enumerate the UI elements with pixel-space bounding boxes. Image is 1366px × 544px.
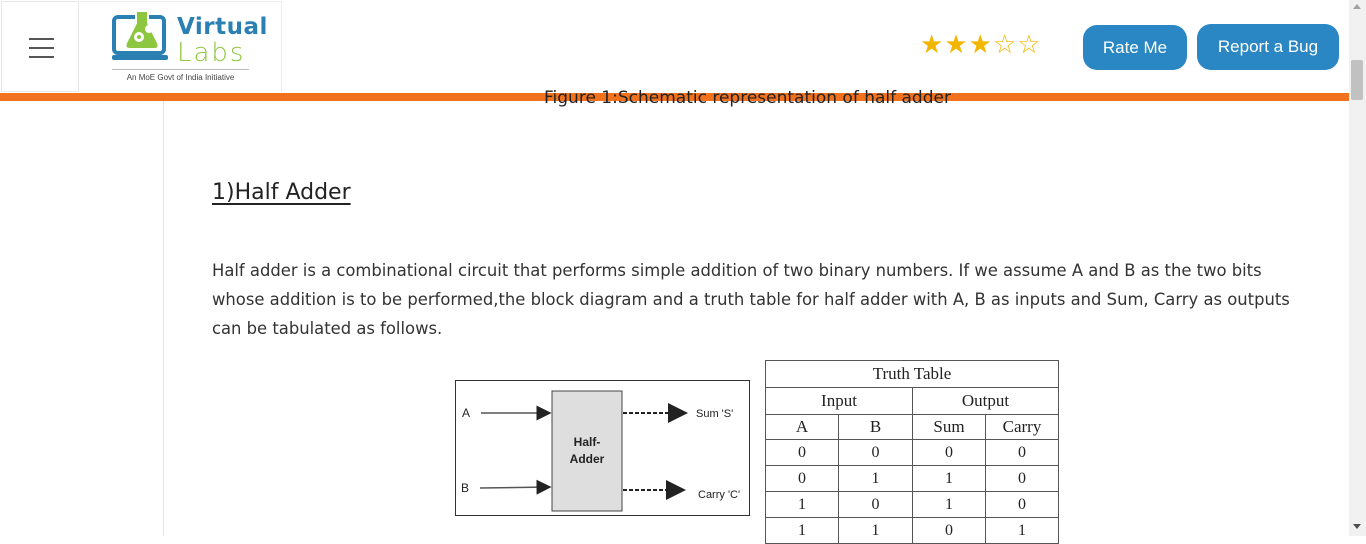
vertical-scrollbar[interactable] <box>1349 0 1366 536</box>
block-label-line2: Adder <box>570 452 605 466</box>
table-row: 0 0 0 0 <box>765 439 1059 466</box>
output-carry-label: Carry 'C' <box>698 489 740 501</box>
table-row: 0 1 1 0 <box>765 465 1059 492</box>
menu-button[interactable] <box>1 1 79 92</box>
logo-word-virtual: Virtual <box>177 14 268 40</box>
table-cell: 1 <box>838 465 913 492</box>
scroll-down-arrow-icon[interactable] <box>1353 524 1361 529</box>
column-header-carry: Carry <box>985 414 1059 440</box>
table-cell: 1 <box>765 517 839 544</box>
rate-me-button[interactable]: Rate Me <box>1083 25 1187 70</box>
description-paragraph: Half adder is a combinational circuit th… <box>212 261 1290 338</box>
logo-word-labs: Labs <box>177 38 246 68</box>
table-cell: 0 <box>765 439 839 466</box>
star-filled-icon[interactable]: ★ <box>920 31 943 59</box>
table-cell: 0 <box>912 517 986 544</box>
table-cell: 0 <box>912 439 986 466</box>
rating-stars[interactable]: ★★★☆☆ <box>920 31 1042 59</box>
table-cell: 1 <box>765 491 839 518</box>
output-group-header: Output <box>912 387 1059 415</box>
star-empty-icon[interactable]: ☆ <box>1017 31 1040 59</box>
output-sum-label: Sum 'S' <box>696 408 733 420</box>
column-header-sum: Sum <box>912 414 986 440</box>
section-title: 1)Half Adder <box>212 180 351 205</box>
content-left-border <box>163 101 164 536</box>
half-adder-block-diagram: A B Half- Adder Sum 'S' Carry 'C' <box>455 380 750 516</box>
table-cell: 0 <box>765 465 839 492</box>
table-cell: 1 <box>838 517 913 544</box>
scrollbar-thumb[interactable] <box>1351 60 1363 100</box>
table-cell: 0 <box>838 439 913 466</box>
truth-table: Truth Table Input Output A B Sum Carry 0… <box>765 360 1059 544</box>
star-filled-icon[interactable]: ★ <box>969 31 992 59</box>
hamburger-icon[interactable] <box>29 38 54 58</box>
logo-tagline: An MoE Govt of India Initiative <box>126 73 235 82</box>
star-filled-icon[interactable]: ★ <box>944 31 967 59</box>
table-row: 1 0 1 0 <box>765 491 1059 518</box>
table-cell: 1 <box>912 491 986 518</box>
report-bug-button[interactable]: Report a Bug <box>1197 24 1339 70</box>
table-cell: 0 <box>985 465 1059 492</box>
virtual-labs-logo[interactable]: Virtual Labs An MoE Govt of India Initia… <box>80 1 282 92</box>
table-cell: 1 <box>985 517 1059 544</box>
top-header: Virtual Labs An MoE Govt of India Initia… <box>0 0 1349 93</box>
table-cell: 0 <box>985 491 1059 518</box>
star-empty-icon[interactable]: ☆ <box>993 31 1016 59</box>
logo-divider <box>112 69 249 70</box>
scroll-up-arrow-icon[interactable] <box>1353 4 1361 9</box>
table-cell: 1 <box>912 465 986 492</box>
table-cell: 0 <box>985 439 1059 466</box>
truth-table-title: Truth Table <box>765 360 1059 388</box>
input-a-label: A <box>462 406 470 420</box>
block-label-line1: Half- <box>574 435 601 449</box>
column-header-b: B <box>838 414 913 440</box>
lab-flask-icon <box>112 10 168 60</box>
figure-caption: Figure 1:Schematic representation of hal… <box>544 88 951 108</box>
input-b-label: B <box>461 481 469 495</box>
input-group-header: Input <box>765 387 913 415</box>
column-header-a: A <box>765 414 839 440</box>
table-cell: 0 <box>838 491 913 518</box>
table-row: 1 1 0 1 <box>765 517 1059 544</box>
